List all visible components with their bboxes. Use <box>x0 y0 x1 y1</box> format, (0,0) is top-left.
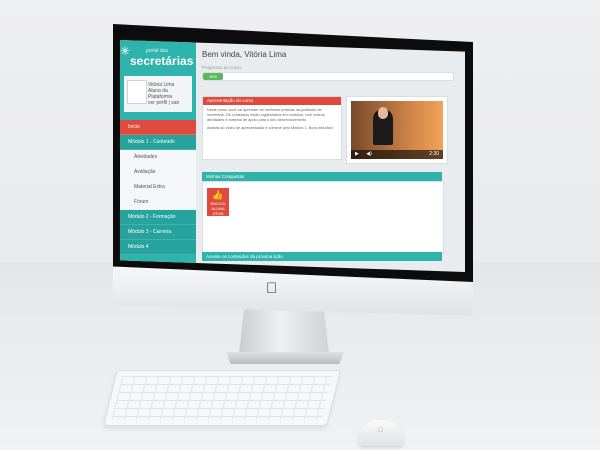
sidebar: ✳ portal das secretárias Vitória Lima Al… <box>120 40 196 272</box>
badges-header: Minhas Conquistas <box>202 172 442 181</box>
welcome-text-2: Assista ao vídeo de apresentação e comec… <box>207 126 333 130</box>
monitor-stand-base <box>226 352 344 364</box>
thumbs-up-icon: 👍 <box>212 190 224 200</box>
progress-bar: 16% <box>202 72 454 81</box>
page-title: Bem vinda, Vitória Lima <box>202 50 287 59</box>
sidebar-item-modulo-2[interactable]: Módulo 2 - Formação <box>120 210 196 225</box>
avatar[interactable] <box>127 80 147 104</box>
sidebar-menu: Início Módulo 1 - Conteúdo Atividades Av… <box>120 120 196 255</box>
welcome-card: Apresentação do curso Neste curso você v… <box>202 96 342 160</box>
profile-links[interactable]: ver perfil | sair <box>148 100 192 106</box>
presenter-face <box>378 107 388 119</box>
video-card: ▶ ◀) 2:30 <box>346 96 448 164</box>
apple-logo-icon:  <box>266 280 277 297</box>
badge-aluna-ativa[interactable]: 👍 INICIOU ALUNA ATIVA <box>207 188 229 216</box>
sidebar-item-forum[interactable]: Fórum <box>120 195 196 210</box>
sidebar-item-modulo-1[interactable]: Módulo 1 - Conteúdo <box>120 135 196 150</box>
badge-label: ALUNA ATIVA <box>211 206 225 216</box>
sidebar-item-inicio[interactable]: Início <box>120 120 196 135</box>
sidebar-item-modulo-3[interactable]: Módulo 3 - Carreira <box>120 225 196 240</box>
welcome-header: Apresentação do curso <box>203 97 341 105</box>
mouse-apple-icon:  <box>378 427 383 434</box>
keyboard <box>103 370 341 426</box>
sidebar-item-avaliacao[interactable]: Avaliação <box>120 165 196 180</box>
badges-card: 👍 INICIOU ALUNA ATIVA <box>202 181 444 253</box>
next-lesson-header[interactable]: Acesse os conteúdos da próxima lição <box>202 252 442 261</box>
play-icon[interactable]: ▶ <box>355 151 359 157</box>
progress-label: Progresso do curso <box>202 65 242 70</box>
video-player[interactable]: ▶ ◀) 2:30 <box>351 101 443 159</box>
main-content: Bem vinda, Vitória Lima Progresso do cur… <box>200 44 462 272</box>
sidebar-item-modulo-4[interactable]: Módulo 4 <box>120 240 196 255</box>
sidebar-item-material[interactable]: Material Extra <box>120 180 196 195</box>
video-controls: ▶ ◀) 2:30 <box>351 150 443 159</box>
brand-logo[interactable]: portal das secretárias <box>130 48 193 68</box>
progress-fill: 16% <box>203 73 223 80</box>
profile-card: Vitória Lima Aluna da Plataforma ver per… <box>124 76 192 112</box>
profile-info: Vitória Lima Aluna da Plataforma ver per… <box>148 82 192 106</box>
logo-text: secretárias <box>130 54 194 68</box>
profile-role: Aluna da Plataforma <box>148 88 173 100</box>
volume-icon[interactable]: ◀) <box>366 151 372 157</box>
keyboard-keys <box>111 376 333 420</box>
video-time: 2:30 <box>429 151 439 157</box>
sidebar-item-atividades[interactable]: Atividades <box>120 150 196 165</box>
logo-small-text: portal das <box>146 48 168 54</box>
welcome-text-1: Neste curso você vai aprender as melhore… <box>207 108 326 122</box>
monitor-screen: ✳ portal das secretárias Vitória Lima Al… <box>120 40 465 272</box>
